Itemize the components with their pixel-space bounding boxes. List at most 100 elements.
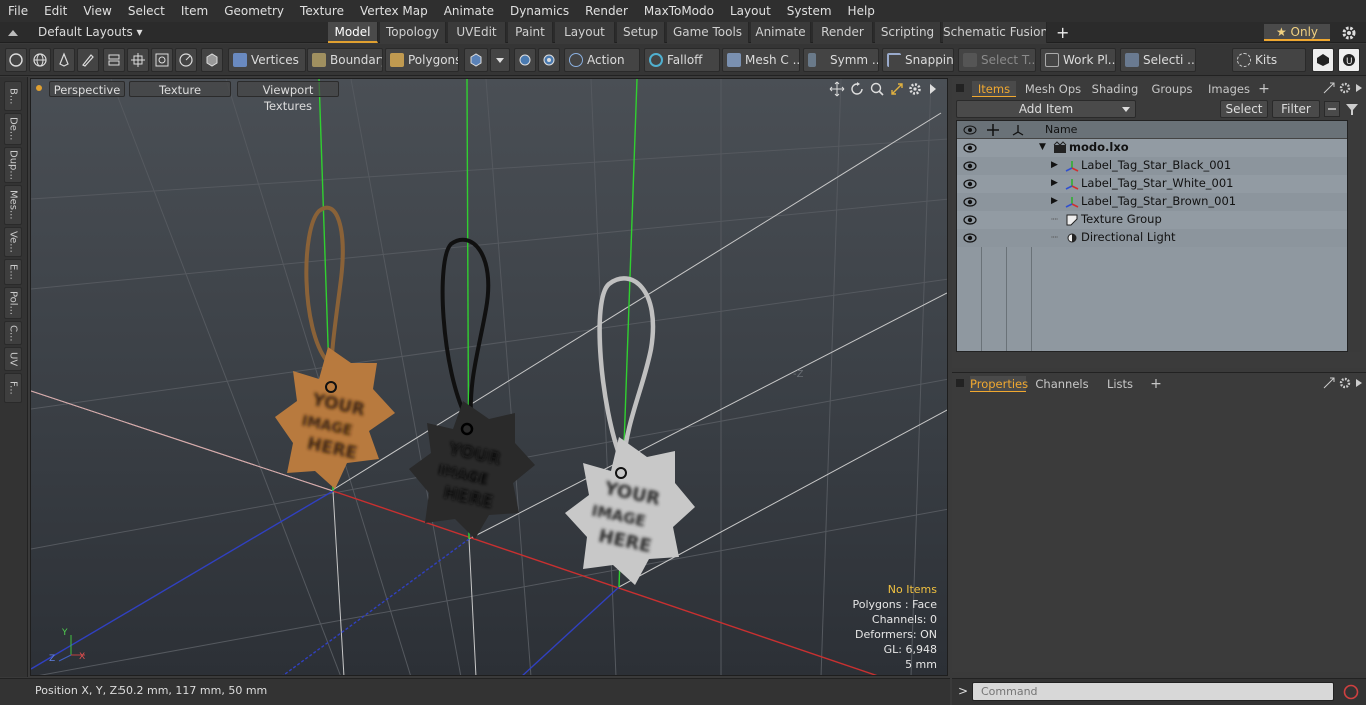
add-panel-tab-button[interactable]: + [1150,376,1162,392]
symmetry-button[interactable]: Symm ... [803,48,879,72]
tab-properties[interactable]: Properties [970,376,1028,392]
tab-topology[interactable]: Topology [380,22,446,43]
layout-toggle-icon[interactable] [4,25,22,41]
tab-setup[interactable]: Setup [617,22,665,43]
visibility-eye-icon[interactable] [963,141,977,155]
tree-row[interactable]: ┈ Texture Group [957,211,1347,229]
maximize-viewport-icon[interactable] [889,81,905,97]
pen-icon[interactable] [53,48,75,72]
shading-mode-button[interactable]: Texture [129,81,231,97]
menu-view[interactable]: View [75,0,119,22]
menu-dynamics[interactable]: Dynamics [502,0,577,22]
action-center-button[interactable]: Action [564,48,640,72]
vtab-curve[interactable]: C... [4,321,22,345]
select-mode-circle-icon[interactable] [5,48,27,72]
collapse-icon[interactable] [1324,101,1340,117]
menu-edit[interactable]: Edit [36,0,75,22]
tab-render[interactable]: Render [813,22,873,43]
visibility-eye-icon[interactable] [963,177,977,191]
vtab-mesh-edit[interactable]: Mes... [4,185,22,225]
menu-texture[interactable]: Texture [292,0,352,22]
snapping-button[interactable]: Snapping [882,48,954,72]
menu-system[interactable]: System [779,0,840,22]
tree-scrollbar[interactable] [1350,120,1362,352]
panel-maximize-icon[interactable] [1322,81,1336,95]
tree-expander-icon[interactable]: ▶ [1051,160,1058,170]
menu-animate[interactable]: Animate [436,0,502,22]
tab-items[interactable]: Items [972,81,1016,97]
vtab-duplicate[interactable]: Dup... [4,147,22,183]
kits-button[interactable]: Kits [1232,48,1306,72]
viewport-textures-button[interactable]: Viewport Textures [237,81,339,113]
panel-arrow-icon[interactable] [1354,82,1364,94]
tab-lists[interactable]: Lists [1098,376,1142,392]
compass-icon[interactable] [175,48,197,72]
tree-expander-icon[interactable]: ▶ [1051,178,1058,188]
default-layouts-dropdown[interactable]: Default Layouts ▾ [38,22,143,43]
tab-shading[interactable]: Shading [1088,81,1142,97]
panel-corner-icon[interactable] [956,84,964,92]
panel-maximize-icon[interactable] [1322,376,1336,390]
record-icon[interactable] [1342,683,1360,701]
select-button[interactable]: Select [1220,100,1268,118]
select-through-button[interactable]: Select T... [958,48,1036,72]
shading-cube-icon[interactable] [201,48,223,72]
visibility-eye-icon[interactable] [963,213,977,227]
add-tab-button[interactable]: + [1056,22,1069,43]
add-item-chevron-icon[interactable] [1120,102,1132,116]
frame-icon[interactable] [151,48,173,72]
visibility-eye-icon[interactable] [963,231,977,245]
command-input[interactable] [972,682,1334,701]
tab-scripting[interactable]: Scripting [875,22,941,43]
panel-gear-icon[interactable] [1338,376,1352,390]
vertices-button[interactable]: Vertices [228,48,306,72]
tab-channels[interactable]: Channels [1034,376,1090,392]
vtab-uv[interactable]: UV [4,347,22,371]
vtab-vertex[interactable]: Ve... [4,227,22,257]
visibility-eye-icon[interactable] [963,159,977,173]
tab-game-tools[interactable]: Game Tools [667,22,749,43]
selection-sets-button[interactable]: Selecti ... [1120,48,1196,72]
tab-model[interactable]: Model [328,22,378,43]
tab-schematic-fusion[interactable]: Schematic Fusion [943,22,1047,43]
tab-mesh-ops[interactable]: Mesh Ops [1022,81,1084,97]
tab-animate[interactable]: Animate [751,22,811,43]
menu-vertex-map[interactable]: Vertex Map [352,0,436,22]
rotate-icon[interactable] [849,81,865,97]
panel-arrow-icon[interactable] [1354,377,1364,389]
panel-gear-icon[interactable] [1338,81,1352,95]
tree-expander-icon[interactable]: ▼ [1039,142,1046,152]
vtab-fusion[interactable]: F... [4,373,22,403]
menu-maxtomodo[interactable]: MaxToModo [636,0,722,22]
brush-icon[interactable] [77,48,99,72]
tree-row[interactable]: ▶ Label_Tag_Star_Brown_001 [957,193,1347,211]
gear-icon[interactable] [1340,24,1358,42]
tab-groups[interactable]: Groups [1148,81,1196,97]
tree-row[interactable]: ┈ Directional Light [957,229,1347,247]
center-mode-icon[interactable] [538,48,560,72]
zoom-icon[interactable] [869,81,885,97]
vtab-basic[interactable]: B... [4,81,22,111]
pivot-icon[interactable] [514,48,536,72]
center-icon[interactable] [127,48,149,72]
funnel-icon[interactable] [1344,101,1360,117]
filter-button[interactable]: Filter [1272,100,1320,118]
falloff-button[interactable]: Falloff [644,48,720,72]
mesh-constraint-button[interactable]: Mesh C ... [722,48,800,72]
tree-row[interactable]: ▼ modo.lxo [957,139,1347,157]
menu-item[interactable]: Item [173,0,216,22]
menu-file[interactable]: File [0,0,36,22]
tab-uvedit[interactable]: UVEdit [448,22,506,43]
menu-layout[interactable]: Layout [722,0,779,22]
item-mode-cube-icon[interactable] [464,48,488,72]
globe-icon[interactable] [29,48,51,72]
polygons-button[interactable]: Polygons [385,48,459,72]
add-panel-tab-button[interactable]: + [1258,81,1270,97]
viewport-scene[interactable]: YOUR IMAGE HERE YOUR IMAGE HERE YOUR IMA… [31,79,948,676]
tree-row[interactable]: ▶ Label_Tag_Star_White_001 [957,175,1347,193]
work-plane-button[interactable]: Work Pl... [1040,48,1116,72]
visibility-eye-icon[interactable] [963,195,977,209]
tab-layout[interactable]: Layout [555,22,615,43]
unity-icon[interactable] [1312,48,1334,72]
perspective-view-button[interactable]: Perspective [49,81,125,97]
